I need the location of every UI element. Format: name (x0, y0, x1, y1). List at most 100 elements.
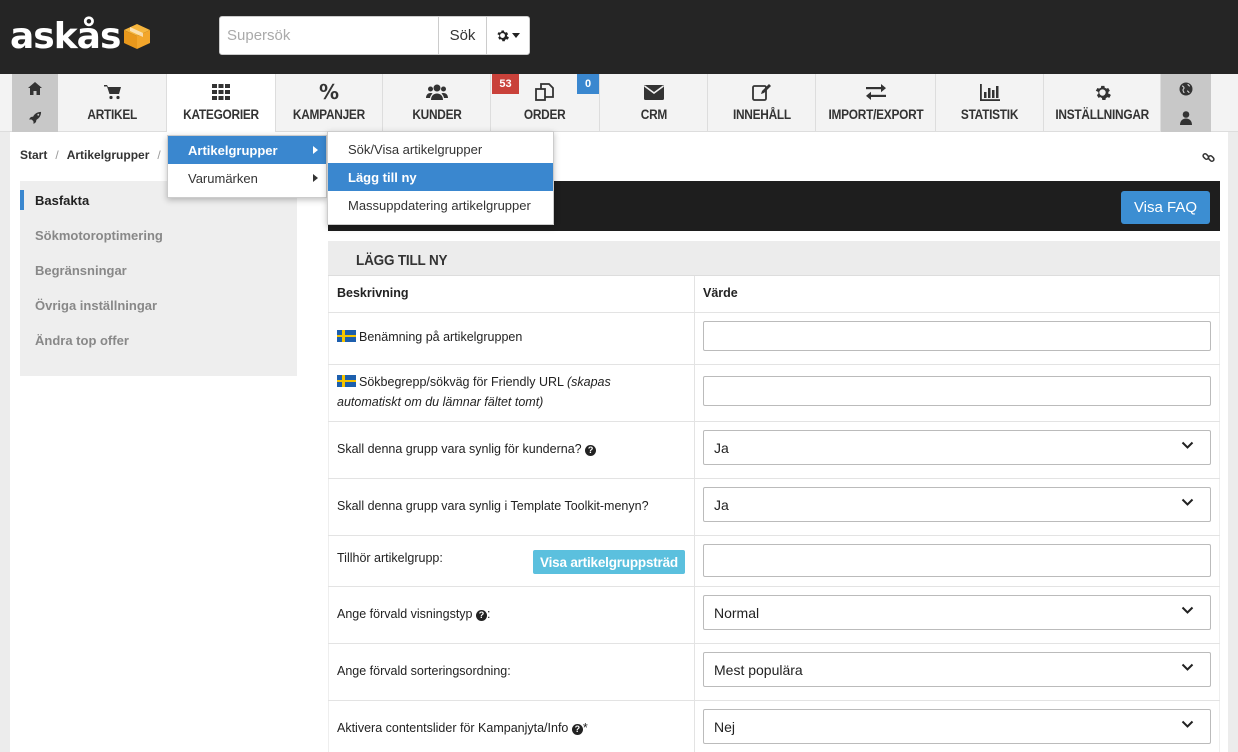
row-label-content-slider: Aktivera contentslider för Kampanjyta/In… (337, 718, 588, 738)
breadcrumb-artikelgrupper[interactable]: Artikelgrupper (67, 148, 150, 162)
order-new-badge: 0 (577, 74, 599, 94)
order-count-badge: 53 (492, 74, 519, 94)
nav-installningar[interactable]: INSTÄLLNINGAR (1044, 74, 1161, 132)
swedish-flag-icon (337, 375, 356, 387)
row-label-name: Benämning på artikelgruppen (337, 327, 522, 347)
users-icon (425, 84, 448, 100)
row-label-visible-template-menu: Skall denna grupp vara synlig i Template… (337, 499, 649, 513)
help-icon[interactable]: ? (571, 723, 583, 735)
nav-crm[interactable]: CRM (600, 74, 708, 132)
cart-icon (103, 85, 121, 100)
caret-right-icon (313, 146, 318, 154)
sort-order-select[interactable]: Mest populära (703, 652, 1211, 687)
nav-label: INNEHÅLL (732, 107, 791, 122)
section-sidebar: Basfakta Sökmotoroptimering Begränsninga… (20, 181, 297, 376)
nav-import-export[interactable]: IMPORT/EXPORT (816, 74, 936, 132)
sidebar-active-indicator (20, 190, 24, 210)
chevron-down-icon (1181, 720, 1194, 728)
visible-template-menu-select[interactable]: Ja (703, 487, 1211, 522)
select-value: Ja (714, 439, 729, 456)
help-icon[interactable]: ? (475, 609, 487, 621)
supersearch-input[interactable] (219, 16, 439, 55)
show-group-tree-button[interactable]: Visa artikelgruppsträd (533, 550, 685, 574)
percent-icon: % (318, 80, 340, 104)
nav-innehall[interactable]: INNEHÅLL (708, 74, 816, 132)
row-label-parent-group: Tillhör artikelgrupp: (337, 551, 443, 565)
group-name-input[interactable] (703, 321, 1211, 351)
visible-customers-select[interactable]: Ja (703, 430, 1211, 465)
logo-text: askås (10, 15, 121, 57)
askas-logo[interactable]: askås (10, 15, 152, 57)
breadcrumb-separator: / (55, 148, 59, 162)
nav-label: INSTÄLLNINGAR (1055, 107, 1149, 122)
sidebar-item-ovriga-installningar[interactable]: Övriga inställningar (35, 298, 157, 313)
breadcrumb-separator: / (157, 148, 161, 162)
table-header-row (328, 276, 1220, 313)
display-type-select[interactable]: Normal (703, 595, 1211, 630)
content-slider-select[interactable]: Nej (703, 709, 1211, 744)
globe-button[interactable] (1161, 74, 1211, 103)
show-faq-button[interactable]: Visa FAQ (1121, 191, 1210, 224)
row-label-display-type: Ange förvald visningstyp ?: (337, 604, 490, 624)
nav-label: STATISTIK (960, 107, 1019, 122)
home-icon (28, 82, 42, 95)
nav-artikel[interactable]: ARTIKEL (59, 74, 167, 132)
caret-right-icon (313, 174, 318, 182)
caret-down-icon (512, 33, 520, 38)
rocket-icon (28, 111, 41, 124)
gear-icon (497, 30, 509, 42)
menu-item-artikelgrupper[interactable]: Artikelgrupper (168, 136, 326, 164)
menu-item-search-groups[interactable]: Sök/Visa artikelgrupper (328, 135, 553, 163)
globe-icon (1179, 82, 1193, 95)
user-icon (1180, 110, 1192, 125)
chevron-down-icon (1181, 663, 1194, 671)
select-value: Normal (714, 604, 760, 621)
friendly-url-input[interactable] (703, 376, 1211, 406)
page-gutter-left (0, 132, 10, 752)
link-icon[interactable] (1202, 151, 1215, 169)
breadcrumb-start[interactable]: Start (20, 148, 47, 162)
column-header-description: Beskrivning (337, 286, 409, 300)
row-label-visible-customers: Skall denna grupp vara synlig för kunder… (337, 439, 597, 459)
quickstart-button[interactable] (12, 103, 58, 132)
menu-item-label: Artikelgrupper (188, 142, 278, 158)
sidebar-item-sokmotoroptimering[interactable]: Sökmotoroptimering (35, 228, 163, 243)
select-value: Mest populära (714, 661, 803, 678)
form-title: LÄGG TILL NY (356, 252, 448, 269)
nav-label: KATEGORIER (183, 107, 259, 122)
menu-item-add-new[interactable]: Lägg till ny (328, 163, 553, 191)
nav-kampanjer[interactable]: % KAMPANJER (276, 74, 383, 132)
sidebar-item-basfakta[interactable]: Basfakta (35, 193, 89, 208)
box-logo-icon (124, 24, 151, 49)
breadcrumb: Start / Artikelgrupper / (20, 148, 161, 162)
home-button[interactable] (12, 74, 58, 103)
exchange-icon (865, 84, 886, 100)
nav-label: ARTIKEL (87, 107, 138, 122)
settings-dropdown-button[interactable] (486, 16, 530, 55)
row-label-friendly-url: Sökbegrepp/sökväg för Friendly URL (skap… (337, 372, 677, 412)
nav-kunder[interactable]: KUNDER (383, 74, 491, 132)
menu-item-varumarken[interactable]: Varumärken (168, 164, 326, 192)
nav-label: ORDER (524, 107, 566, 122)
label-text: Benämning på artikelgruppen (359, 330, 523, 344)
menu-item-mass-update[interactable]: Massuppdatering artikelgrupper (328, 191, 553, 219)
nav-statistik[interactable]: STATISTIK (936, 74, 1044, 132)
row-label-sort-order: Ange förvald sorteringsordning: (337, 664, 511, 678)
label-text: Aktivera contentslider för Kampanjyta/In… (337, 721, 569, 735)
sidebar-item-begransningar[interactable]: Begränsningar (35, 263, 127, 278)
label-suffix: : (486, 607, 491, 621)
sidebar-item-andra-top-offer[interactable]: Ändra top offer (35, 333, 129, 348)
help-icon[interactable]: ? (585, 444, 597, 456)
parent-group-input[interactable] (703, 544, 1211, 577)
nav-label: KUNDER (411, 107, 462, 122)
page-gutter-right (1228, 132, 1238, 752)
user-button[interactable] (1161, 103, 1211, 132)
label-text: Sökbegrepp/sökväg för Friendly URL (359, 375, 567, 389)
select-value: Nej (714, 718, 736, 735)
search-button[interactable]: Sök (438, 16, 487, 55)
nav-kategorier[interactable]: KATEGORIER (167, 74, 276, 132)
bar-chart-icon (979, 83, 1000, 101)
envelope-icon (643, 84, 664, 100)
grid-icon (212, 84, 230, 100)
top-bar (0, 0, 1238, 74)
